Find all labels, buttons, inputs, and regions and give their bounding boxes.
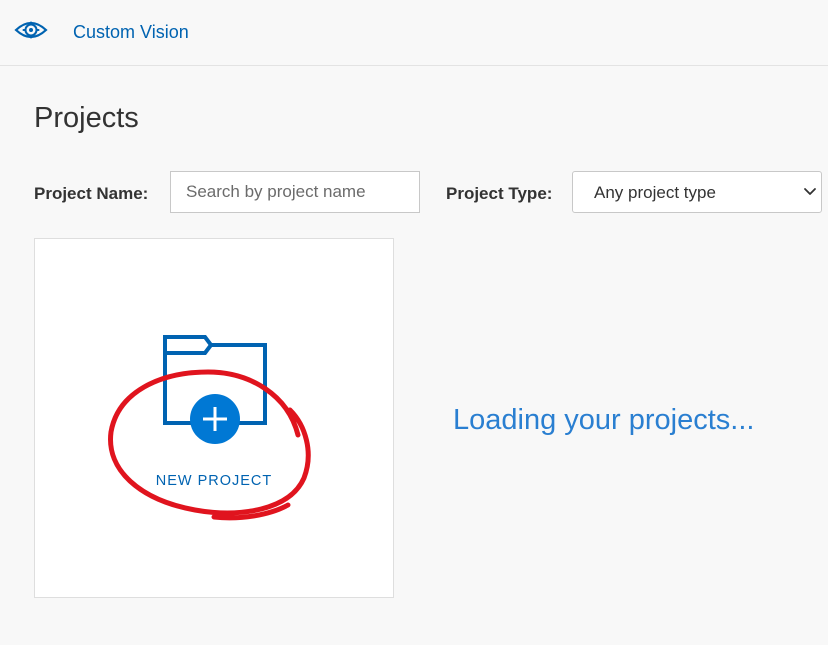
project-type-select[interactable]: Any project type [572, 171, 822, 213]
project-name-search-input[interactable] [170, 171, 420, 213]
new-project-card[interactable]: NEW PROJECT [34, 238, 394, 598]
project-type-selected-value: Any project type [594, 183, 716, 202]
folder-add-icon [163, 335, 267, 444]
chevron-down-icon [804, 188, 816, 195]
eye-gear-icon[interactable] [14, 16, 48, 44]
app-title[interactable]: Custom Vision [73, 20, 189, 44]
loading-projects-text: Loading your projects... [453, 404, 755, 436]
new-project-label: NEW PROJECT [155, 473, 273, 489]
top-bar: Custom Vision [0, 0, 828, 66]
project-name-label: Project Name: [34, 184, 149, 203]
page-title: Projects [34, 102, 139, 134]
project-type-label: Project Type: [446, 184, 553, 203]
